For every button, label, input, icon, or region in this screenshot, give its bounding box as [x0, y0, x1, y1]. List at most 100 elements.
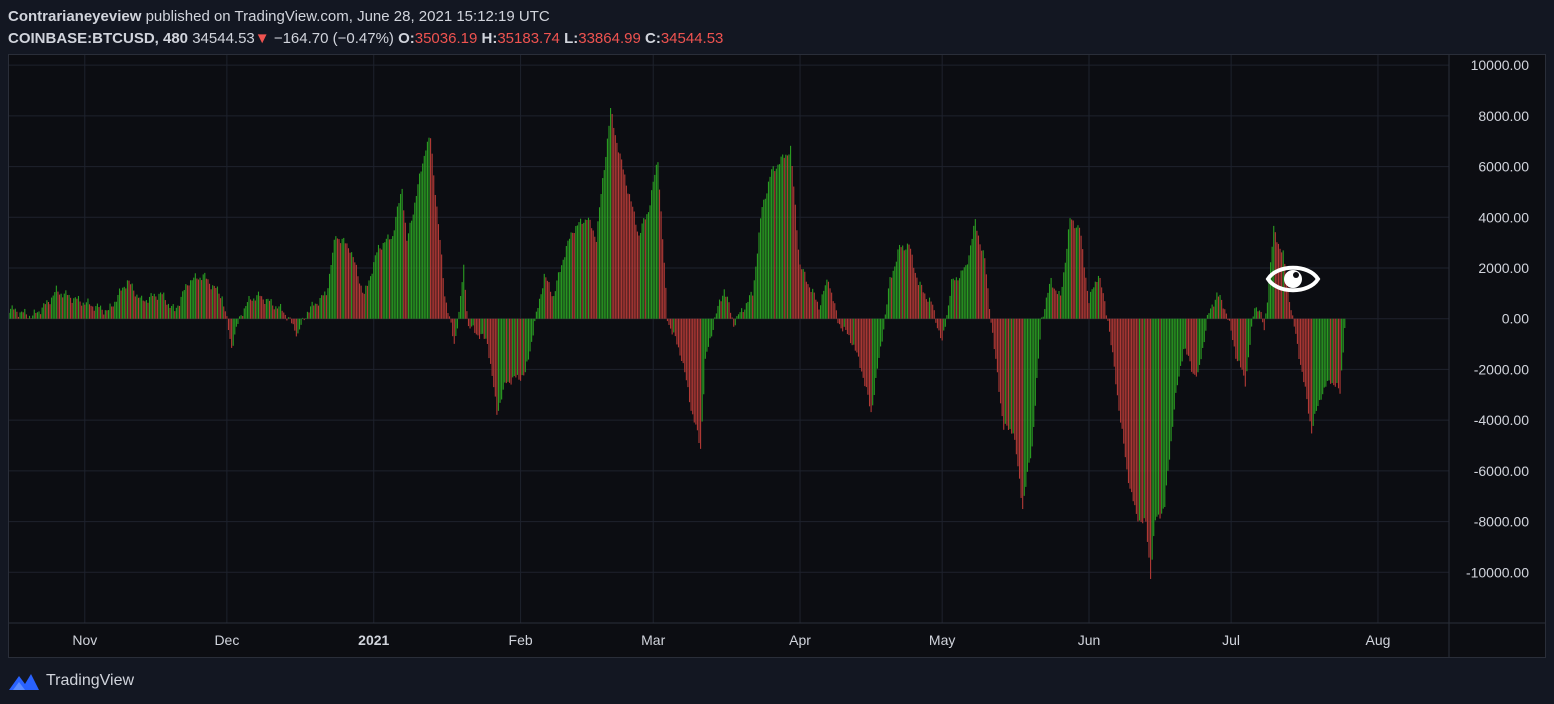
histogram-bar: [805, 281, 807, 319]
histogram-bar: [913, 267, 915, 319]
histogram-bar: [1151, 318, 1153, 560]
histogram-bar: [1162, 318, 1164, 509]
chart-frame[interactable]: 10000.00 8000.00 6000.00 4000.00 2000.00 0.00…: [8, 54, 1546, 658]
histogram-bar: [384, 242, 386, 319]
histogram-bar: [10, 308, 12, 319]
histogram-bar: [49, 304, 51, 319]
histogram-bar: [993, 318, 995, 350]
histogram-bar: [287, 317, 290, 319]
histogram-bar: [125, 288, 127, 319]
histogram-bar: [660, 211, 662, 319]
histogram-bar: [58, 294, 61, 319]
histogram-bar: [1066, 248, 1068, 319]
histogram-bar: [835, 310, 837, 319]
tradingview-logo-icon[interactable]: [8, 671, 40, 691]
histogram-bar: [633, 211, 635, 319]
histogram-bar: [1025, 318, 1027, 487]
histogram-bar: [1055, 290, 1057, 319]
histogram-bar: [1262, 318, 1264, 323]
histogram-bar: [1080, 235, 1082, 319]
histogram-bar: [1303, 318, 1305, 383]
histogram-bar: [336, 238, 338, 319]
histogram-bar: [328, 273, 331, 319]
histogram-bar: [684, 318, 686, 373]
histogram-bar: [434, 195, 436, 319]
histogram-bar: [393, 230, 395, 319]
histogram-bar: [1048, 283, 1051, 319]
histogram-bar: [54, 292, 56, 319]
histogram-bar: [1333, 318, 1335, 386]
histogram-bar: [182, 291, 184, 319]
histogram-bar: [1263, 318, 1265, 331]
histogram-bar: [1039, 318, 1041, 340]
histogram-bar: [1217, 296, 1220, 319]
histogram-bar: [1146, 318, 1148, 542]
histogram-bar: [703, 318, 705, 395]
histogram-bar: [141, 295, 143, 319]
histogram-bar: [854, 318, 856, 351]
histogram-bar: [891, 277, 893, 319]
histogram-bar: [1075, 227, 1077, 319]
histogram-bar: [221, 296, 223, 319]
histogram-bar: [1058, 291, 1060, 319]
histogram-bar: [532, 318, 534, 336]
histogram-bar: [1131, 318, 1133, 493]
author-name[interactable]: Contrarianeyeview: [8, 8, 141, 25]
down-arrow-icon: ▼: [254, 30, 270, 47]
histogram-bar: [344, 243, 346, 319]
histogram-bar: [1202, 318, 1204, 348]
histogram-bar: [998, 318, 1000, 392]
histogram-bar: [370, 276, 372, 319]
histogram-bar: [808, 287, 811, 319]
histogram-bar: [510, 318, 512, 385]
histogram-bar: [1194, 318, 1196, 375]
histogram-bar: [741, 308, 743, 319]
x-tick-label: Dec: [214, 632, 239, 648]
symbol-label[interactable]: COINBASE:BTCUSD, 480: [8, 30, 188, 47]
histogram-bar: [873, 318, 875, 396]
histogram-bar: [688, 318, 691, 403]
histogram-bar: [930, 301, 932, 319]
histogram-bar: [1334, 318, 1336, 387]
histogram-bar: [804, 271, 806, 319]
histogram-bar: [16, 311, 18, 319]
histogram-bar: [321, 295, 323, 319]
histogram-bar: [9, 312, 10, 319]
histogram-bar: [554, 291, 556, 319]
histogram-bar: [117, 294, 119, 319]
histogram-bar: [265, 299, 267, 319]
histogram-bar: [474, 318, 476, 333]
histogram-bar: [767, 181, 770, 319]
histogram-bar: [115, 301, 117, 319]
footer-brand[interactable]: TradingView: [46, 672, 134, 690]
histogram-bar: [643, 218, 645, 319]
histogram-bar: [286, 318, 288, 321]
histogram-bar: [850, 318, 852, 344]
histogram-bar: [363, 293, 365, 319]
histogram-bar: [229, 318, 231, 339]
histogram-bar: [488, 318, 490, 359]
histogram-bar: [1113, 318, 1115, 367]
histogram-bar: [1137, 318, 1139, 522]
histogram-bar: [600, 194, 602, 319]
histogram-bar: [902, 245, 904, 319]
histogram-bar: [1108, 318, 1111, 332]
histogram-bar: [1213, 306, 1215, 319]
histogram-bar: [452, 318, 454, 337]
y-tick-label: 0.00: [1502, 311, 1529, 327]
histogram-bar: [139, 297, 141, 319]
histogram-bar: [575, 226, 577, 319]
histogram-bar: [106, 310, 108, 319]
histogram-bar: [875, 318, 877, 378]
histogram-bar: [169, 307, 171, 319]
histogram-bar: [613, 127, 615, 319]
histogram-bar: [1143, 318, 1145, 519]
histogram-bar: [657, 162, 659, 319]
histogram-bar: [602, 178, 604, 319]
histogram-chart[interactable]: 10000.00 8000.00 6000.00 4000.00 2000.00 0.00…: [9, 55, 1545, 657]
histogram-bar: [412, 214, 414, 319]
histogram-bar: [65, 290, 67, 319]
histogram-bar: [1127, 318, 1130, 484]
histogram-bar: [148, 296, 151, 319]
histogram-bar: [407, 233, 410, 319]
